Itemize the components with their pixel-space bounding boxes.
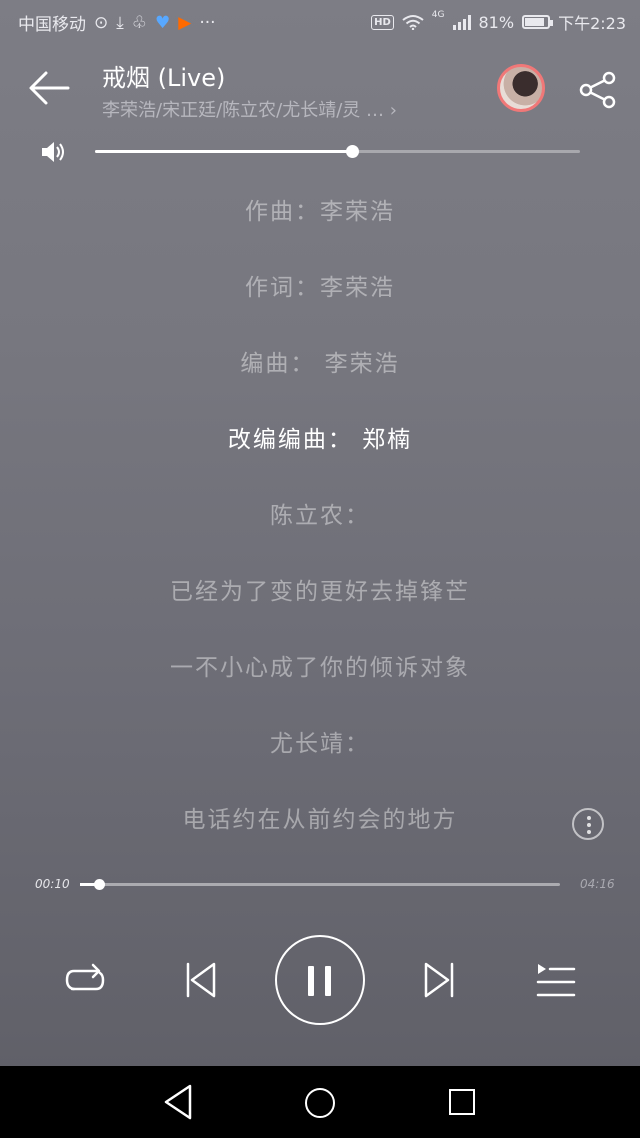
pause-icon (308, 966, 314, 996)
nav-recents-icon[interactable] (449, 1089, 475, 1115)
netease-icon: ⊙ (94, 12, 109, 33)
next-track-icon[interactable] (418, 958, 460, 1002)
signal-icon (452, 14, 471, 30)
lyric-line-current: 改编编曲： 郑楠 (227, 427, 413, 453)
lyric-line: 编曲： 李荣浩 (240, 351, 400, 377)
navigation-bar (0, 1066, 640, 1138)
download-icon: ⤓ (116, 12, 124, 33)
battery-icon (522, 15, 554, 29)
progress-knob[interactable] (94, 879, 106, 890)
playlist-icon[interactable] (534, 958, 578, 1002)
more-notifications-icon: ··· (199, 12, 216, 33)
status-left: 中国移动 ⊙ ⤓ ♧ ♥ ▶ ··· (18, 10, 216, 36)
lyric-line: 一不小心成了你的倾诉对象 (170, 655, 470, 681)
wifi-icon (402, 15, 424, 30)
lyric-line: 陈立农： (270, 503, 370, 529)
artist-avatar[interactable] (497, 64, 545, 112)
back-arrow-icon[interactable] (26, 68, 72, 108)
more-options-icon[interactable] (572, 808, 604, 840)
progress-slider[interactable] (80, 879, 560, 890)
carrier-label: 中国移动 (18, 15, 86, 35)
current-time: 00:10 (35, 877, 70, 891)
battery-percent: 81% (478, 12, 515, 32)
status-bar: 中国移动 ⊙ ⤓ ♧ ♥ ▶ ··· HD 4G 81% 下午2:23 (0, 0, 640, 44)
artist-list-link[interactable]: 李荣浩/宋正廷/陈立农/尤长靖/灵 … › (102, 96, 482, 122)
heart-icon: ♥ (155, 12, 171, 33)
nav-back-icon[interactable] (160, 1082, 196, 1122)
nav-home-icon[interactable] (305, 1088, 335, 1118)
lyric-line: 作词：李荣浩 (245, 275, 395, 301)
network-type: 4G (431, 10, 445, 20)
share-icon[interactable] (578, 70, 618, 110)
qq-icon: ♧ (131, 12, 148, 33)
hd-icon: HD (371, 14, 394, 30)
lyric-line: 已经为了变的更好去掉锋芒 (170, 579, 470, 605)
song-title: 戒烟 (Live) (102, 64, 226, 92)
total-time: 04:16 (580, 877, 615, 891)
lyric-line: 尤长靖： (270, 731, 370, 757)
volume-knob[interactable] (346, 145, 360, 158)
volume-icon[interactable] (40, 140, 66, 164)
volume-fill (95, 150, 353, 153)
status-right: HD 4G 81% 下午2:23 (371, 10, 626, 34)
pause-icon-bar (325, 966, 331, 996)
previous-track-icon[interactable] (180, 958, 222, 1002)
video-icon: ▶ (178, 12, 192, 33)
pause-button[interactable] (275, 935, 365, 1025)
volume-slider[interactable] (95, 145, 580, 158)
repeat-icon[interactable] (62, 958, 108, 1002)
player-header: 戒烟 (Live) 李荣浩/宋正廷/陈立农/尤长靖/灵 … › (0, 50, 640, 140)
clock: 下午2:23 (558, 14, 626, 33)
lyric-line: 电话约在从前约会的地方 (182, 807, 458, 833)
lyric-line: 作曲：李荣浩 (245, 199, 395, 225)
